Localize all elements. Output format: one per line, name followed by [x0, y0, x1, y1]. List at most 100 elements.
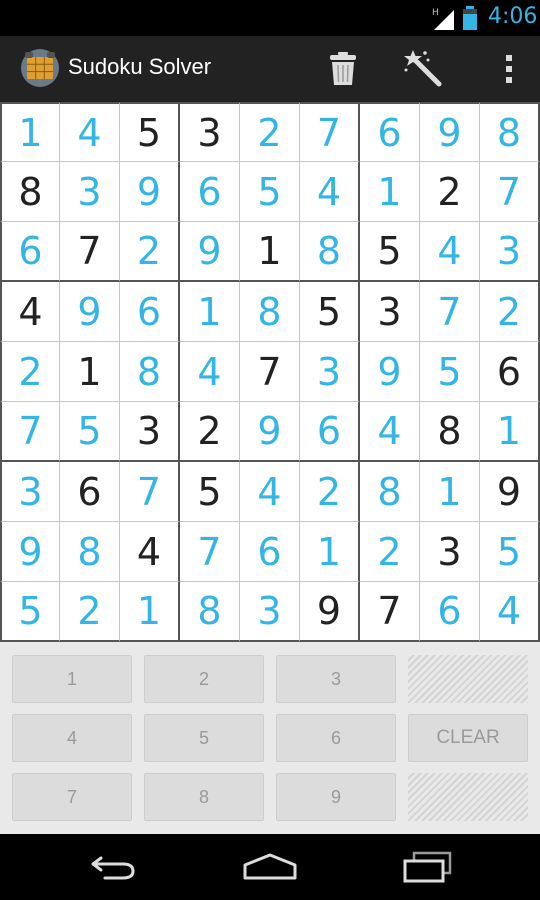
sudoku-cell-solved[interactable]: 8: [120, 342, 180, 402]
sudoku-cell-solved[interactable]: 6: [180, 162, 240, 222]
key-6[interactable]: 6: [276, 714, 396, 762]
home-button[interactable]: [220, 834, 320, 900]
sudoku-cell-solved[interactable]: 3: [300, 342, 360, 402]
sudoku-cell-solved[interactable]: 2: [480, 282, 540, 342]
sudoku-cell-solved[interactable]: 7: [300, 102, 360, 162]
sudoku-cell-solved[interactable]: 5: [0, 582, 60, 642]
sudoku-cell-solved[interactable]: 3: [60, 162, 120, 222]
sudoku-cell-given[interactable]: 1: [60, 342, 120, 402]
sudoku-cell-solved[interactable]: 8: [60, 522, 120, 582]
sudoku-cell-solved[interactable]: 2: [240, 102, 300, 162]
sudoku-cell-given[interactable]: 3: [360, 282, 420, 342]
sudoku-cell-solved[interactable]: 4: [180, 342, 240, 402]
sudoku-cell-solved[interactable]: 9: [180, 222, 240, 282]
sudoku-cell-solved[interactable]: 6: [120, 282, 180, 342]
sudoku-cell-given[interactable]: 2: [420, 162, 480, 222]
sudoku-cell-solved[interactable]: 6: [420, 582, 480, 642]
sudoku-cell-solved[interactable]: 8: [360, 462, 420, 522]
sudoku-cell-solved[interactable]: 2: [360, 522, 420, 582]
sudoku-cell-given[interactable]: 6: [60, 462, 120, 522]
recents-icon: [403, 851, 452, 883]
sudoku-cell-solved[interactable]: 9: [360, 342, 420, 402]
sudoku-cell-given[interactable]: 7: [240, 342, 300, 402]
sudoku-cell-solved[interactable]: 1: [480, 402, 540, 462]
sudoku-cell-solved[interactable]: 1: [300, 522, 360, 582]
key-5[interactable]: 5: [144, 714, 264, 762]
sudoku-cell-given[interactable]: 5: [180, 462, 240, 522]
sudoku-cell-solved[interactable]: 5: [480, 522, 540, 582]
sudoku-cell-solved[interactable]: 7: [180, 522, 240, 582]
sudoku-cell-solved[interactable]: 7: [480, 162, 540, 222]
sudoku-cell-solved[interactable]: 4: [420, 222, 480, 282]
sudoku-cell-solved[interactable]: 6: [300, 402, 360, 462]
solve-button[interactable]: [392, 36, 454, 102]
sudoku-cell-solved[interactable]: 8: [180, 582, 240, 642]
app-title: Sudoku Solver: [68, 54, 212, 79]
sudoku-cell-given[interactable]: 5: [300, 282, 360, 342]
sudoku-cell-solved[interactable]: 3: [240, 582, 300, 642]
number-keypad: 1 2 3 4 5 6 CLEAR 7 8 9: [0, 642, 540, 834]
sudoku-cell-solved[interactable]: 1: [360, 162, 420, 222]
sudoku-cell-solved[interactable]: 4: [480, 582, 540, 642]
key-3[interactable]: 3: [276, 655, 396, 703]
sudoku-cell-given[interactable]: 9: [300, 582, 360, 642]
sudoku-cell-given[interactable]: 2: [180, 402, 240, 462]
sudoku-cell-solved[interactable]: 6: [0, 222, 60, 282]
overflow-menu-button[interactable]: [478, 36, 540, 102]
sudoku-cell-given[interactable]: 7: [60, 222, 120, 282]
sudoku-cell-solved[interactable]: 7: [120, 462, 180, 522]
sudoku-cell-given[interactable]: 4: [120, 522, 180, 582]
sudoku-cell-solved[interactable]: 9: [0, 522, 60, 582]
sudoku-cell-solved[interactable]: 8: [480, 102, 540, 162]
sudoku-cell-solved[interactable]: 1: [420, 462, 480, 522]
sudoku-cell-solved[interactable]: 8: [240, 282, 300, 342]
recents-button[interactable]: [378, 834, 478, 900]
key-8[interactable]: 8: [144, 773, 264, 821]
sudoku-cell-solved[interactable]: 1: [0, 102, 60, 162]
sudoku-cell-given[interactable]: 6: [480, 342, 540, 402]
key-4[interactable]: 4: [12, 714, 132, 762]
sudoku-cell-solved[interactable]: 5: [240, 162, 300, 222]
sudoku-cell-solved[interactable]: 5: [60, 402, 120, 462]
sudoku-cell-solved[interactable]: 1: [120, 582, 180, 642]
sudoku-cell-given[interactable]: 9: [480, 462, 540, 522]
sudoku-cell-solved[interactable]: 2: [300, 462, 360, 522]
sudoku-cell-solved[interactable]: 4: [60, 102, 120, 162]
sudoku-cell-given[interactable]: 5: [360, 222, 420, 282]
sudoku-cell-given[interactable]: 3: [180, 102, 240, 162]
sudoku-cell-solved[interactable]: 7: [420, 282, 480, 342]
sudoku-cell-solved[interactable]: 2: [60, 582, 120, 642]
sudoku-cell-solved[interactable]: 2: [120, 222, 180, 282]
sudoku-cell-given[interactable]: 3: [120, 402, 180, 462]
sudoku-cell-solved[interactable]: 3: [480, 222, 540, 282]
sudoku-cell-solved[interactable]: 6: [360, 102, 420, 162]
sudoku-cell-solved[interactable]: 3: [0, 462, 60, 522]
back-button[interactable]: [62, 834, 162, 900]
clear-cell-button[interactable]: CLEAR: [408, 714, 528, 762]
sudoku-cell-solved[interactable]: 9: [120, 162, 180, 222]
sudoku-cell-solved[interactable]: 1: [180, 282, 240, 342]
key-7[interactable]: 7: [12, 773, 132, 821]
key-2[interactable]: 2: [144, 655, 264, 703]
sudoku-cell-given[interactable]: 7: [360, 582, 420, 642]
sudoku-cell-solved[interactable]: 7: [0, 402, 60, 462]
sudoku-cell-solved[interactable]: 4: [360, 402, 420, 462]
sudoku-cell-solved[interactable]: 6: [240, 522, 300, 582]
sudoku-cell-given[interactable]: 1: [240, 222, 300, 282]
sudoku-cell-solved[interactable]: 9: [420, 102, 480, 162]
sudoku-cell-solved[interactable]: 8: [300, 222, 360, 282]
sudoku-cell-given[interactable]: 8: [420, 402, 480, 462]
sudoku-cell-given[interactable]: 5: [120, 102, 180, 162]
sudoku-cell-given[interactable]: 4: [0, 282, 60, 342]
key-9[interactable]: 9: [276, 773, 396, 821]
sudoku-cell-solved[interactable]: 4: [300, 162, 360, 222]
clear-board-button[interactable]: [312, 36, 374, 102]
sudoku-cell-solved[interactable]: 5: [420, 342, 480, 402]
sudoku-cell-solved[interactable]: 9: [240, 402, 300, 462]
sudoku-cell-solved[interactable]: 9: [60, 282, 120, 342]
sudoku-cell-solved[interactable]: 4: [240, 462, 300, 522]
sudoku-cell-given[interactable]: 3: [420, 522, 480, 582]
key-1[interactable]: 1: [12, 655, 132, 703]
sudoku-cell-given[interactable]: 8: [0, 162, 60, 222]
sudoku-cell-solved[interactable]: 2: [0, 342, 60, 402]
